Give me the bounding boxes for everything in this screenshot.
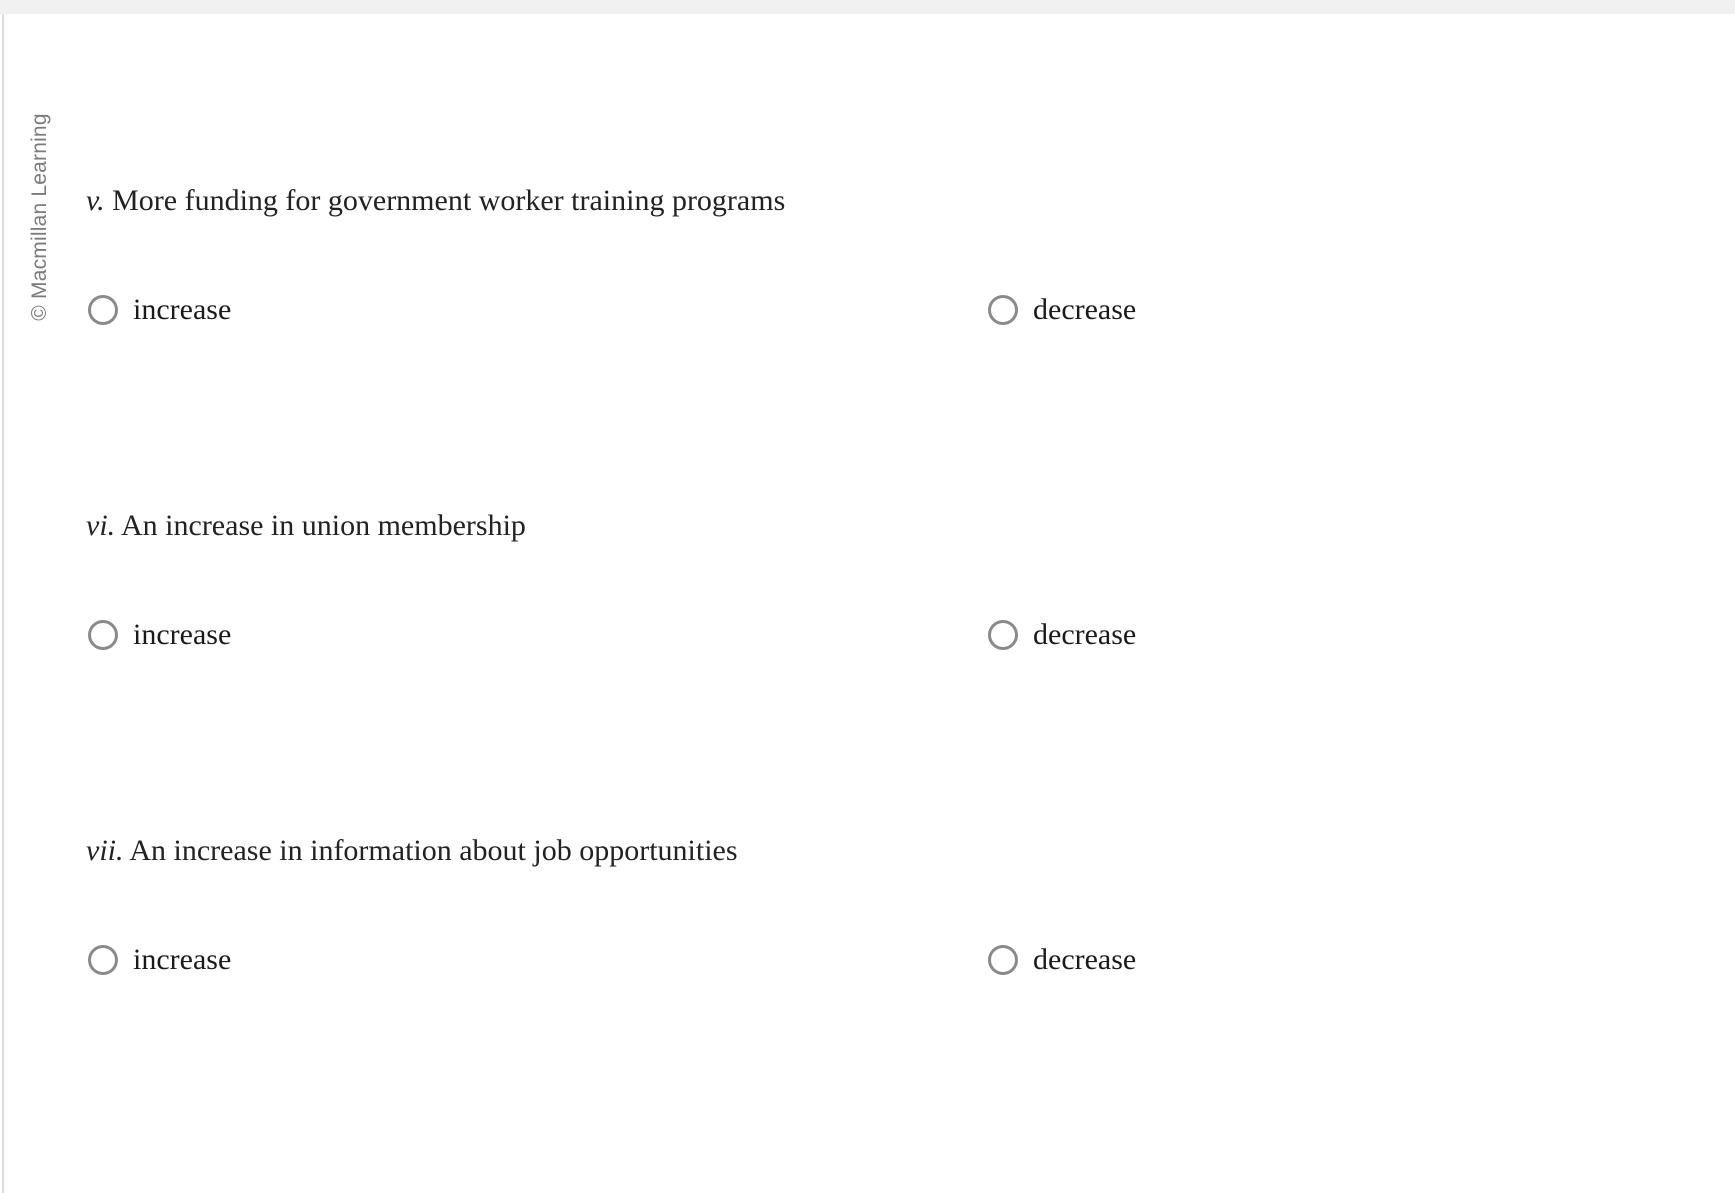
question-item: vii. An increase in information about jo…	[86, 831, 1686, 980]
top-gray-band	[0, 0, 1735, 14]
radio-button-icon[interactable]	[988, 295, 1018, 325]
option-decrease-label: decrease	[1033, 618, 1137, 651]
radio-button-icon[interactable]	[88, 620, 118, 650]
option-increase[interactable]: increase	[88, 290, 231, 330]
option-increase-label: increase	[133, 943, 232, 976]
macmillan-learning-credit: © Macmillan Learning	[28, 113, 51, 321]
radio-button-icon[interactable]	[988, 620, 1018, 650]
question-prompt: vii. An increase in information about jo…	[86, 831, 1686, 871]
option-increase[interactable]: increase	[88, 940, 231, 980]
question-text: More funding for government worker train…	[104, 184, 786, 217]
question-item: v. More funding for government worker tr…	[86, 181, 1686, 330]
question-text: An increase in union membership	[115, 509, 526, 542]
question-numeral: vi.	[86, 509, 116, 542]
question-item: vi. An increase in union membership incr…	[86, 506, 1686, 655]
option-decrease-label: decrease	[1033, 943, 1137, 976]
options-row: increase decrease	[86, 290, 1686, 330]
option-decrease-label: decrease	[1033, 293, 1137, 326]
question-prompt: vi. An increase in union membership	[86, 506, 1686, 546]
question-text: An increase in information about job opp…	[123, 834, 738, 867]
radio-button-icon[interactable]	[988, 945, 1018, 975]
left-vertical-rule	[2, 14, 4, 1193]
radio-button-icon[interactable]	[88, 945, 118, 975]
question-prompt: v. More funding for government worker tr…	[86, 181, 1686, 221]
option-decrease[interactable]: decrease	[988, 615, 1136, 655]
option-increase-label: increase	[133, 618, 232, 651]
option-increase-label: increase	[133, 293, 232, 326]
option-increase[interactable]: increase	[88, 615, 231, 655]
question-numeral: vii.	[86, 834, 124, 867]
option-decrease[interactable]: decrease	[988, 940, 1136, 980]
option-decrease[interactable]: decrease	[988, 290, 1136, 330]
options-row: increase decrease	[86, 940, 1686, 980]
radio-button-icon[interactable]	[88, 295, 118, 325]
options-row: increase decrease	[86, 615, 1686, 655]
page-canvas: © Macmillan Learning v. More funding for…	[0, 0, 1735, 1193]
question-numeral: v.	[86, 184, 105, 217]
